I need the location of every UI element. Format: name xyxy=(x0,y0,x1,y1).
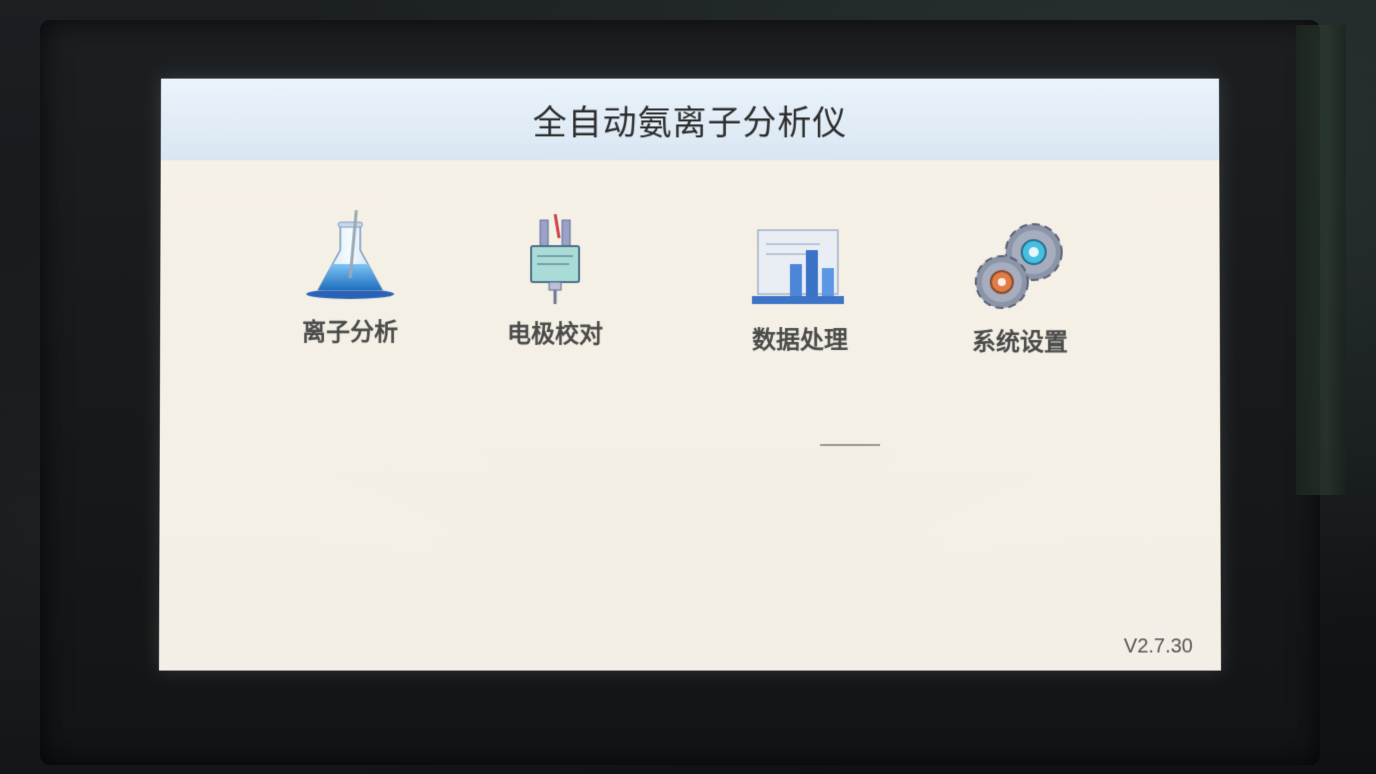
gears-icon xyxy=(970,216,1070,316)
menu-item-label: 系统设置 xyxy=(972,322,1068,357)
screen-speck xyxy=(820,444,880,446)
menu-item-ion-analysis[interactable]: 离子分析 xyxy=(300,206,400,347)
menu-item-system-settings[interactable]: 系统设置 xyxy=(970,216,1070,357)
menu-item-data-processing[interactable]: 数据处理 xyxy=(750,214,850,355)
menu-item-label: 离子分析 xyxy=(302,312,398,347)
menu-item-label: 数据处理 xyxy=(752,320,848,355)
menu-item-electrode-calibration[interactable]: 电极校对 xyxy=(505,208,605,349)
menu-item-label: 电极校对 xyxy=(507,314,603,349)
app-title: 全自动氨离子分析仪 xyxy=(533,95,848,144)
flask-icon xyxy=(300,206,400,306)
title-bar: 全自动氨离子分析仪 xyxy=(161,79,1220,161)
chart-icon xyxy=(750,214,850,314)
lcd-screen: 全自动氨离子分析仪 离子分析 电极校对 数据处理 系统设置 V2.7.30 xyxy=(159,79,1221,671)
electrode-icon xyxy=(505,208,605,308)
version-label: V2.7.30 xyxy=(1124,635,1193,658)
